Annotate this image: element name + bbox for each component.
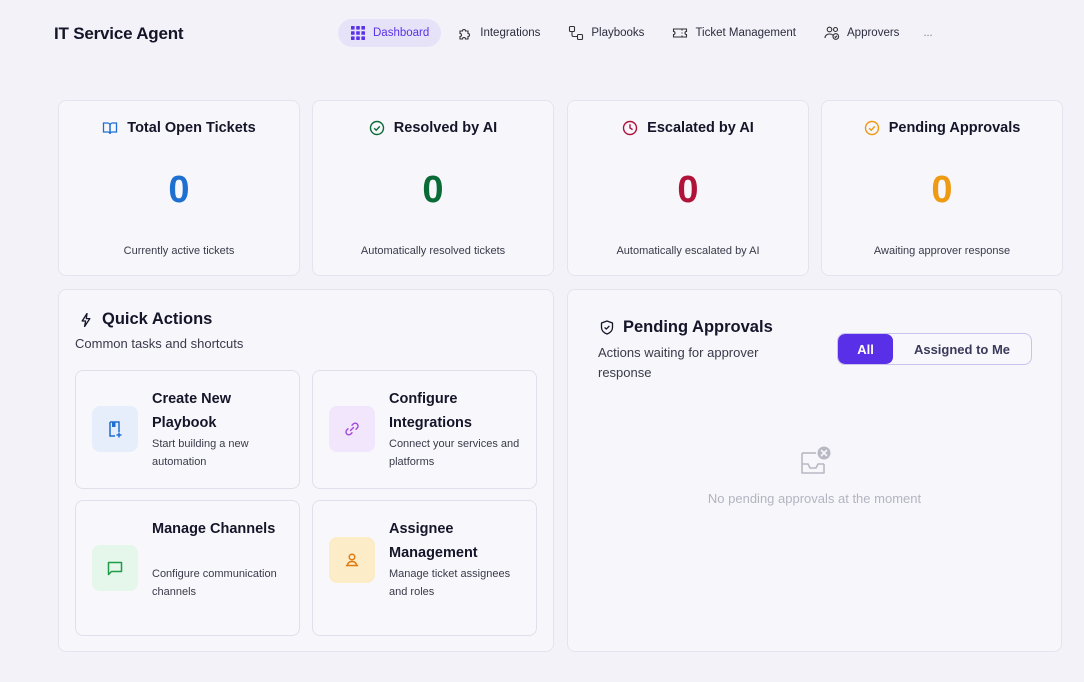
workflow-icon xyxy=(568,25,584,41)
action-create-playbook[interactable]: Create New Playbook Start building a new… xyxy=(75,370,300,489)
nav-label: Dashboard xyxy=(373,27,430,39)
stat-card-pending-approvals: Pending Approvals 0 Awaiting approver re… xyxy=(821,100,1063,276)
nav-item-integrations[interactable]: Integrations xyxy=(445,19,552,47)
empty-state-text: No pending approvals at the moment xyxy=(707,491,922,506)
action-description: Manage ticket assignees and roles xyxy=(389,568,511,598)
stat-value: 0 xyxy=(422,169,444,211)
clock-icon xyxy=(622,120,638,136)
stat-card-escalated-by-ai: Escalated by AI 0 Automatically escalate… xyxy=(567,100,809,276)
pending-approvals-title: Pending Approvals xyxy=(623,318,773,336)
main-nav: Dashboard Integrations Playbooks Ticket … xyxy=(338,19,933,47)
stat-description: Awaiting approver response xyxy=(873,245,1011,257)
action-assignee-management[interactable]: Assignee Management Manage ticket assign… xyxy=(312,500,537,636)
action-description: Connect your services and platforms xyxy=(389,438,520,468)
inbox-x-icon xyxy=(801,446,831,474)
nav-item-dashboard[interactable]: Dashboard xyxy=(338,19,442,47)
nav-more[interactable]: ... xyxy=(915,27,932,39)
message-square-icon xyxy=(92,545,138,591)
link-icon xyxy=(329,406,375,452)
stat-card-resolved-by-ai: Resolved by AI 0 Automatically resolved … xyxy=(312,100,554,276)
puzzle-icon xyxy=(457,25,473,41)
check-circle-icon xyxy=(864,120,880,136)
nav-label: Playbooks xyxy=(591,27,645,39)
quick-actions-subtitle: Common tasks and shortcuts xyxy=(75,336,244,351)
nav-item-ticket-management[interactable]: Ticket Management xyxy=(660,19,808,47)
top-header: IT Service Agent Dashboard Integrations xyxy=(0,0,1084,68)
stat-title: Resolved by AI xyxy=(393,120,498,136)
user-icon xyxy=(329,537,375,583)
book-plus-icon xyxy=(92,406,138,452)
stat-value: 0 xyxy=(677,169,699,211)
users-check-icon xyxy=(824,25,840,41)
stat-description: Automatically escalated by AI xyxy=(616,245,760,257)
ticket-icon xyxy=(672,25,688,41)
stat-value: 0 xyxy=(931,169,953,211)
stat-title: Pending Approvals xyxy=(888,120,1021,136)
action-title: Assignee Management xyxy=(389,521,478,561)
pending-approvals-subtitle: Actions waiting for approver response xyxy=(598,345,759,380)
approval-filter-toggle: All Assigned to Me xyxy=(837,333,1032,365)
action-title: Manage Channels xyxy=(152,521,276,537)
nav-label: Ticket Management xyxy=(695,27,797,39)
filter-assigned-to-me-button[interactable]: Assigned to Me xyxy=(893,334,1031,364)
action-title: Configure Integrations xyxy=(389,391,472,431)
shield-check-icon xyxy=(600,320,614,335)
zap-icon xyxy=(81,312,91,327)
stat-description: Automatically resolved tickets xyxy=(360,245,506,257)
app-root: IT Service Agent Dashboard Integrations xyxy=(0,0,1084,682)
action-description: Configure communication channels xyxy=(152,568,277,598)
stat-title: Total Open Tickets xyxy=(127,120,256,136)
nav-item-approvers[interactable]: Approvers xyxy=(812,19,911,47)
action-description: Start building a new automation xyxy=(152,438,249,468)
action-configure-integrations[interactable]: Configure Integrations Connect your serv… xyxy=(312,370,537,489)
quick-actions-panel: Quick Actions Common tasks and shortcuts… xyxy=(58,289,554,652)
action-manage-channels[interactable]: Manage Channels Configure communication … xyxy=(75,500,300,636)
stat-card-open-tickets: Total Open Tickets 0 Currently active ti… xyxy=(58,100,300,276)
stat-description: Currently active tickets xyxy=(123,245,235,257)
filter-all-button[interactable]: All xyxy=(838,334,893,364)
nav-label: Approvers xyxy=(847,27,900,39)
nav-item-playbooks[interactable]: Playbooks xyxy=(556,19,656,47)
stat-value: 0 xyxy=(168,169,190,211)
quick-actions-title: Quick Actions xyxy=(102,310,213,328)
nav-label: Integrations xyxy=(480,27,541,39)
app-title: IT Service Agent xyxy=(54,24,184,43)
check-circle-icon xyxy=(369,120,385,136)
grid-icon xyxy=(350,25,366,41)
pending-approvals-panel: Pending Approvals Actions waiting for ap… xyxy=(567,289,1062,652)
stat-title: Escalated by AI xyxy=(647,120,754,136)
action-title: Create New Playbook xyxy=(152,391,231,431)
book-open-icon xyxy=(102,120,118,136)
